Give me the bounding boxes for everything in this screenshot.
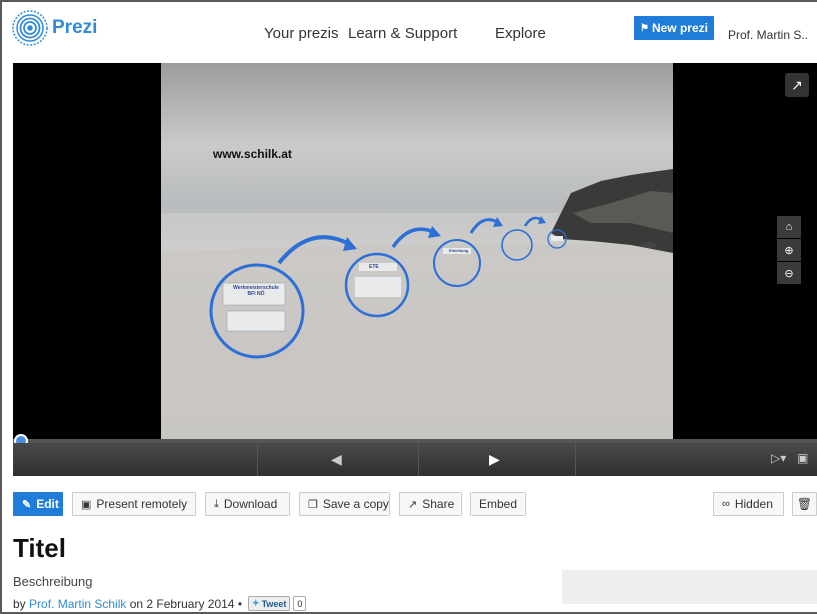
trash-icon: 🗑	[796, 497, 813, 511]
by-prefix: by	[13, 596, 26, 611]
twitter-icon: ✦	[252, 598, 260, 608]
share-icon[interactable]: ↗	[785, 73, 809, 97]
new-prezi-button[interactable]: ⚑ New prezi	[634, 16, 714, 40]
hidden-label: Hidden	[734, 497, 773, 511]
prezi-viewer[interactable]: www.schilk.at Werkmeisterschule BFI NÖ E…	[13, 63, 817, 476]
nav-explore[interactable]: Explore	[495, 25, 546, 42]
new-prezi-icon: ⚑	[640, 22, 649, 34]
divider	[418, 443, 419, 476]
delete-button[interactable]: 🗑	[792, 492, 817, 516]
top-navigation: Prezi Your prezis Learn & Support Explor…	[2, 2, 817, 62]
author-link[interactable]: Prof. Martin Schilk	[29, 597, 126, 611]
divider	[575, 443, 576, 476]
edit-button[interactable]: ✎ Edit	[13, 492, 63, 516]
node-label-1: Werkmeisterschule BFI NÖ	[233, 285, 279, 297]
slide-artwork	[161, 169, 673, 439]
arrow-right-icon[interactable]: ▶	[489, 451, 500, 468]
share-label: Share	[422, 497, 455, 511]
presentation-icon: ▣	[81, 498, 92, 511]
tweet-label: Tweet	[261, 598, 287, 609]
download-label: Download	[223, 497, 278, 511]
zoom-out-icon[interactable]: ⊖	[777, 262, 801, 284]
fullscreen-icon[interactable]: ▣	[797, 451, 808, 465]
slide-title: www.schilk.at	[213, 147, 292, 161]
node-label-3: Einleitung	[449, 248, 469, 253]
playback-controls: ◀ ▶ ▷▾ ▣	[13, 443, 817, 476]
prezi-logo-icon	[12, 10, 48, 46]
save-copy-label: Save a copy	[322, 497, 389, 511]
nav-your-prezis[interactable]: Your prezis	[264, 25, 339, 42]
tweet-button[interactable]: ✦ Tweet	[248, 596, 291, 611]
embed-button[interactable]: Embed	[470, 492, 526, 516]
node-label-2: ETE	[369, 264, 379, 270]
divider	[257, 443, 258, 476]
save-copy-button[interactable]: ❐ Save a copy	[299, 492, 390, 516]
prezi-description: Beschreibung	[13, 574, 93, 589]
separator: •	[237, 596, 243, 611]
present-remotely-button[interactable]: ▣ Present remotely	[72, 492, 196, 516]
hidden-button[interactable]: ∞ Hidden	[713, 492, 784, 516]
new-prezi-label: New prezi	[651, 21, 708, 35]
tweet-count: 0	[293, 596, 307, 611]
user-menu[interactable]: Prof. Martin S..	[728, 28, 808, 42]
side-panel	[562, 570, 817, 604]
present-remotely-label: Present remotely	[96, 497, 188, 511]
pencil-icon: ✎	[22, 498, 32, 511]
logo-text: Prezi	[52, 17, 98, 38]
download-icon: ⤓	[214, 497, 219, 510]
autoplay-icon[interactable]: ▷▾	[771, 451, 786, 465]
copy-icon: ❐	[308, 498, 318, 511]
download-button[interactable]: ⤓ Download	[205, 492, 290, 516]
nav-learn-support[interactable]: Learn & Support	[348, 25, 457, 42]
slide-canvas[interactable]: www.schilk.at Werkmeisterschule BFI NÖ E…	[161, 63, 673, 439]
arrow-left-icon[interactable]: ◀	[331, 451, 342, 468]
prezi-title: Titel	[13, 533, 66, 563]
home-icon[interactable]: ⌂	[777, 216, 801, 238]
link-icon: ∞	[722, 498, 730, 510]
prezi-logo[interactable]: Prezi	[12, 10, 97, 46]
zoom-in-icon[interactable]: ⊕	[777, 239, 801, 261]
share-button[interactable]: ↗ Share	[399, 492, 462, 516]
byline: by Prof. Martin Schilk on 2 February 201…	[13, 596, 307, 611]
share-icon: ↗	[408, 498, 418, 511]
publish-date: on 2 February 2014	[129, 596, 235, 611]
embed-label: Embed	[478, 497, 518, 511]
prezi-actions: ✎ Edit ▣ Present remotely ⤓ Download ❐ S…	[13, 492, 817, 516]
edit-label: Edit	[36, 497, 59, 511]
